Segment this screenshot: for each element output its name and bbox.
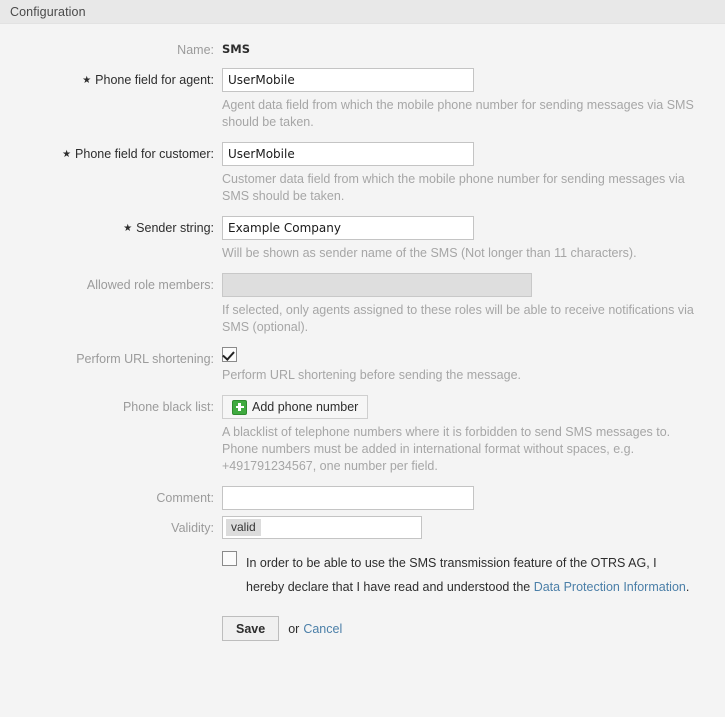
plus-icon (232, 399, 247, 415)
desc-phone-black-list: A blacklist of telephone numbers where i… (222, 425, 671, 473)
label-phone-field-customer: ★ Phone field for customer: (0, 142, 222, 162)
or-label: or (288, 621, 300, 636)
label-phone-black-list: Phone black list: (122, 400, 214, 414)
perform-url-shortening-checkbox[interactable] (222, 347, 237, 362)
label-name: Name: (177, 43, 214, 57)
field-sender-string: Will be shown as sender name of the SMS … (222, 216, 725, 273)
field-row-phone-field-customer: ★Phone field for customer: Customer data… (0, 142, 725, 216)
field-phone-field-agent: Agent data field from which the mobile p… (222, 68, 725, 142)
sender-string-input[interactable] (222, 216, 474, 240)
validity-selected-token: valid (226, 519, 261, 536)
field-name: SMS (222, 38, 725, 56)
consent-text-after: . (685, 580, 690, 594)
field-row-phone-field-agent: ★Phone field for agent: Agent data field… (0, 68, 725, 142)
label-allowed-role-members: Allowed role members: (86, 278, 214, 292)
add-phone-number-label: Add phone number (252, 400, 359, 414)
field-phone-black-list: Add phone number A blacklist of telephon… (222, 395, 725, 486)
field-allowed-role-members: If selected, only agents assigned to the… (222, 273, 725, 347)
required-star-icon: ★ (82, 75, 92, 86)
configuration-widget: Configuration Name: SMS ★ Phone field for… (0, 0, 725, 717)
field-validity: valid (222, 516, 725, 539)
name-value: SMS (222, 42, 251, 56)
consent-text: In order to be able to use the SMS trans… (246, 551, 692, 599)
desc-phone-field-customer: Customer data field from which the mobil… (222, 172, 685, 203)
phone-field-agent-input[interactable] (222, 68, 474, 92)
field-row-phone-black-list: Phone black list: Add phone number A bla… (0, 395, 725, 486)
validity-select[interactable]: valid (222, 516, 422, 539)
allowed-role-members-input[interactable] (222, 273, 532, 297)
phone-field-customer-input[interactable] (222, 142, 474, 166)
field-comment (222, 486, 725, 510)
field-row-perform-url-shortening: Perform URL shortening: Perform URL shor… (0, 347, 725, 395)
required-star-icon: ★ (62, 149, 72, 160)
label-consent-spacer (0, 539, 222, 543)
field-row-allowed-role-members: Allowed role members: If selected, only … (0, 273, 725, 347)
field-row-sender-string: ★Sender string: Will be shown as sender … (0, 216, 725, 273)
page-title: Configuration (10, 4, 86, 19)
add-phone-number-button[interactable]: Add phone number (222, 395, 369, 419)
label-phone-field-agent-text: Phone field for agent: (95, 73, 214, 87)
field-consent: In order to be able to use the SMS trans… (222, 539, 725, 599)
desc-perform-url-shortening: Perform URL shortening before sending th… (222, 368, 522, 382)
comment-input[interactable] (222, 486, 474, 510)
required-star-icon: ★ (123, 223, 133, 234)
desc-phone-field-agent: Agent data field from which the mobile p… (222, 98, 694, 129)
desc-sender-string: Will be shown as sender name of the SMS … (222, 246, 637, 260)
configuration-form: Name: SMS ★Phone field for agent: Agent … (0, 24, 725, 717)
desc-allowed-role-members: If selected, only agents assigned to the… (222, 303, 694, 334)
label-phone-field-agent: ★ Phone field for agent: (0, 68, 222, 88)
field-row-name: Name: SMS (0, 38, 725, 58)
label-perform-url-shortening: Perform URL shortening: (76, 352, 214, 366)
label-comment: Comment: (156, 491, 214, 505)
field-row-comment: Comment: (0, 486, 725, 510)
label-sender-string: ★ Sender string: (0, 216, 222, 236)
cancel-link[interactable]: Cancel (303, 622, 342, 636)
field-perform-url-shortening: Perform URL shortening before sending th… (222, 347, 725, 395)
widget-header: Configuration (0, 0, 725, 24)
consent-block: In order to be able to use the SMS trans… (222, 551, 692, 599)
label-validity: Validity: (171, 521, 214, 535)
data-protection-information-link[interactable]: Data Protection Information (534, 580, 686, 594)
field-row-consent: In order to be able to use the SMS trans… (0, 539, 725, 599)
label-phone-field-customer-text: Phone field for customer: (75, 147, 214, 161)
consent-checkbox[interactable] (222, 551, 237, 566)
label-sender-string-text: Sender string: (136, 221, 214, 235)
form-actions: Save or Cancel (0, 616, 725, 655)
field-phone-field-customer: Customer data field from which the mobil… (222, 142, 725, 216)
field-row-validity: Validity: valid (0, 516, 725, 539)
save-button[interactable]: Save (222, 616, 280, 641)
